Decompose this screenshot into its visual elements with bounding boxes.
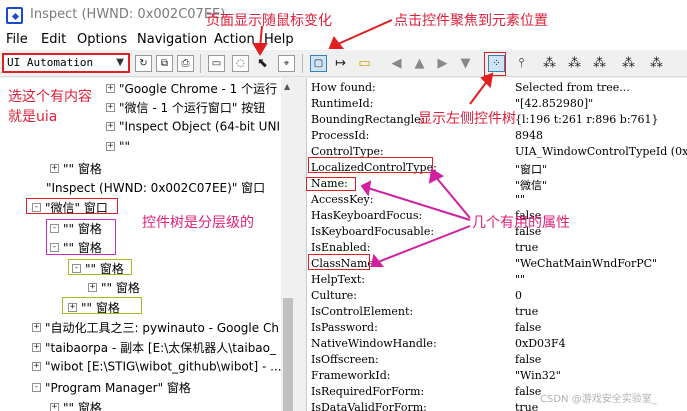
annotation-uia-line1: 选这个有内容	[8, 89, 92, 105]
annotation-props-note: 几个有用的属性	[472, 215, 570, 231]
tree-item[interactable]: + "自动化工具之三: pywinauto - Google Ch	[32, 319, 279, 337]
nav-left-icon[interactable]: ◀	[388, 55, 405, 72]
tree-item[interactable]: - "" 窗格	[50, 220, 102, 238]
nav-down-icon[interactable]: ▼	[457, 55, 474, 72]
focus-watch-icon[interactable]: ◌	[232, 55, 249, 72]
tree-item[interactable]: + "微信 - 1 个运行窗口" 按钮	[106, 99, 265, 117]
cursor-watch-icon[interactable]: ⬉	[254, 55, 271, 72]
copy-icon[interactable]: ⧉	[156, 55, 173, 72]
tree-scrollbar-thumb[interactable]	[283, 298, 293, 411]
mode-select-value: UI Automation	[7, 56, 94, 69]
tree-item[interactable]: + "Inspect Object (64-bit UNI	[106, 119, 280, 137]
menu-bar: File Edit Options Navigation Action Help	[0, 30, 687, 50]
annotation-hover-note: 页面显示随鼠标变化	[206, 13, 332, 29]
toolbar-separator	[200, 54, 201, 73]
tree-item[interactable]: + ""	[106, 139, 130, 157]
caret-icon[interactable]: ↦	[332, 55, 349, 72]
nav-up-icon[interactable]: ▲	[411, 55, 428, 72]
chevron-down-icon: ▼	[116, 57, 124, 68]
window-title: Inspect (HWND: 0x002C07EE)	[30, 7, 226, 22]
tree-item[interactable]: + "wibot [E:\STIG\wibot_github\wibot] - .…	[32, 359, 286, 377]
tree-item[interactable]: + "" 窗格	[50, 160, 102, 178]
menu-navigation[interactable]: Navigation	[137, 32, 207, 47]
tree-item[interactable]: + "" 窗格	[68, 299, 120, 317]
property-row: IsPassword: false	[311, 321, 542, 334]
property-row: ProcessId: 8948	[311, 129, 543, 142]
menu-edit[interactable]: Edit	[41, 32, 66, 47]
menu-help[interactable]: Help	[264, 32, 294, 47]
print-icon[interactable]: ⎙	[177, 55, 194, 72]
tree-sibling-icon[interactable]: ⁂	[566, 55, 583, 72]
pane-splitter[interactable]	[296, 78, 306, 411]
property-row: IsOffscreen: false	[311, 353, 542, 366]
tree-expand-icon[interactable]: ⁂	[648, 55, 665, 72]
property-row: NativeWindowHandle: 0xD03F4	[311, 337, 566, 350]
tree-item[interactable]: + "" 窗格	[88, 279, 140, 297]
scroll-up-icon[interactable]: ▲	[284, 82, 290, 91]
tree-item[interactable]: + "taibaorpa - 副本 [E:\太保机器人\taibao_	[32, 339, 276, 357]
property-row: HelpText: ""	[311, 273, 526, 286]
tree-child-icon[interactable]: ⁂	[541, 55, 558, 72]
tree-view-icon[interactable]: ⁘	[488, 55, 505, 72]
tree-item[interactable]: + "" 窗格	[50, 399, 102, 411]
control-tree: + "Google Chrome - 1 个运行 + "微信 - 1 个运行窗口" …	[0, 78, 295, 411]
property-row: FrameworkId: "Win32"	[311, 369, 561, 382]
window-rect-icon[interactable]: ▢	[310, 55, 327, 72]
yellow-rect-icon[interactable]: ▭	[356, 55, 373, 72]
inspect-app-icon	[6, 7, 23, 24]
property-row: LocalizedControlType: "窗口"	[311, 161, 548, 176]
tree-item[interactable]: - "" 窗格	[72, 260, 124, 278]
property-row: AccessKey: ""	[311, 193, 526, 206]
property-row: Culture: 0	[311, 289, 522, 302]
refresh-icon[interactable]: ↻	[135, 55, 152, 72]
annotation-tree-note: 控件树是分层级的	[142, 215, 254, 231]
tree-item[interactable]: - "Program Manager" 窗格	[32, 379, 191, 397]
highlight-rect-icon[interactable]: ▭	[208, 55, 225, 72]
mode-select[interactable]: UI Automation ▼	[2, 53, 130, 73]
menu-file[interactable]: File	[6, 32, 28, 47]
menu-options[interactable]: Options	[77, 32, 127, 47]
show-highlight-icon[interactable]: ⌖	[278, 55, 295, 72]
annotation-focus-note: 点击控件聚焦到元素位置	[394, 13, 548, 29]
tree-last-icon[interactable]: ⁂	[620, 55, 637, 72]
annotation-show-left-note: 显示左侧控件树	[418, 111, 516, 127]
tree-item[interactable]: - "" 窗格	[50, 239, 102, 257]
property-row: How found: Selected from tree...	[311, 81, 630, 94]
property-row: ClassName: "WeChatMainWndForPC"	[311, 257, 658, 270]
toolbar-separator	[302, 54, 303, 73]
property-row: ControlType:UIA_WindowControlTypeId (0xC…	[311, 145, 687, 158]
title-bar: Inspect (HWND: 0x002C07EE)	[0, 0, 687, 30]
tree-item[interactable]: + "Google Chrome - 1 个运行	[106, 80, 277, 98]
tree-next-icon[interactable]: ⁂	[591, 55, 608, 72]
tree-scrollbar[interactable]: ▲	[281, 78, 295, 411]
property-row: IsEnabled: true	[311, 241, 539, 254]
annotation-uia-line2: 就是uia	[8, 109, 58, 125]
tree-item[interactable]: "Inspect (HWND: 0x002C07EE)" 窗口	[46, 179, 265, 197]
property-row: Name: "微信"	[311, 177, 548, 192]
toolbar: UI Automation ▼ ↻ ⧉ ⎙ ▭ ◌ ⬉ ⌖ ▢ ↦ ▭ ◀ ▲ …	[0, 50, 687, 77]
watermark: CSDN @游戏安全实验室_	[540, 394, 657, 405]
tree-item-wechat-window[interactable]: - "微信" 窗口	[32, 199, 108, 217]
menu-action[interactable]: Action	[214, 32, 255, 47]
property-row: IsControlElement: true	[311, 305, 539, 318]
tree-parent-icon[interactable]: ⫯	[513, 55, 530, 72]
nav-right-icon[interactable]: ▶	[434, 55, 451, 72]
